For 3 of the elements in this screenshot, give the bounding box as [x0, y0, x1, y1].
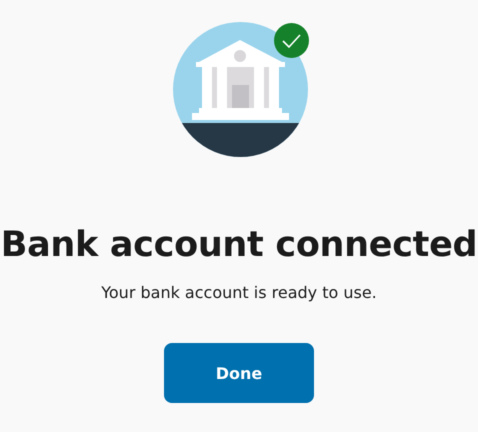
- page-title: Bank account connected: [0, 225, 478, 265]
- done-button[interactable]: Done: [164, 343, 314, 403]
- status-message: Your bank account is ready to use.: [101, 283, 377, 302]
